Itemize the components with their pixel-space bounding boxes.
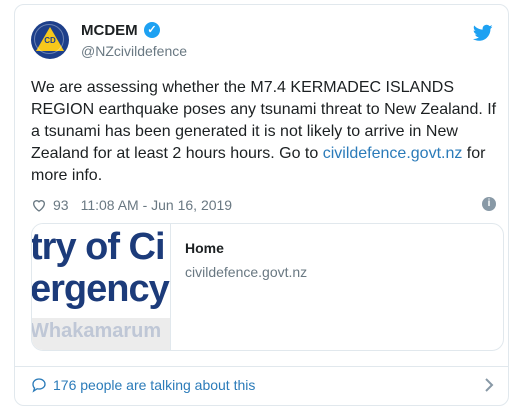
- display-name[interactable]: MCDEM: [81, 22, 138, 39]
- tweet-meta: 93 11:08 AM - Jun 16, 2019: [31, 195, 501, 215]
- info-icon[interactable]: i: [482, 197, 496, 211]
- avatar[interactable]: CD: [31, 21, 69, 59]
- embedded-tweet-card: CD MCDEM ✓ @NZcivildefence We are assess…: [14, 4, 509, 406]
- conversation-link[interactable]: 176 people are talking about this: [31, 373, 491, 397]
- user-handle[interactable]: @NZcivildefence: [81, 43, 187, 59]
- thumb-text-3: Whakamarum: [32, 320, 162, 342]
- tweet-link[interactable]: civildefence.govt.nz: [323, 145, 463, 162]
- chevron-right-icon[interactable]: [484, 377, 494, 393]
- avatar-label: CD: [44, 36, 56, 45]
- thumb-text-1: try of Ci: [32, 226, 166, 268]
- link-card-domain: civildefence.govt.nz: [185, 264, 308, 280]
- speech-bubble-icon: [32, 378, 46, 393]
- heart-icon[interactable]: [31, 197, 47, 213]
- link-preview-card[interactable]: try of Ci ergency Whakamarum Home civild…: [31, 223, 504, 351]
- conversation-label[interactable]: 176 people are talking about this: [53, 377, 255, 393]
- tweet-text: We are assessing whether the M7.4 KERMAD…: [31, 77, 501, 187]
- timestamp[interactable]: 11:08 AM - Jun 16, 2019: [81, 197, 233, 213]
- verified-badge-icon: ✓: [144, 22, 160, 38]
- divider: [15, 366, 508, 367]
- twitter-bird-icon[interactable]: [473, 24, 493, 42]
- like-count[interactable]: 93: [53, 197, 69, 213]
- link-preview-image: try of Ci ergency Whakamarum: [32, 224, 171, 350]
- thumb-text-2: ergency: [32, 268, 170, 310]
- link-card-title[interactable]: Home: [185, 240, 224, 256]
